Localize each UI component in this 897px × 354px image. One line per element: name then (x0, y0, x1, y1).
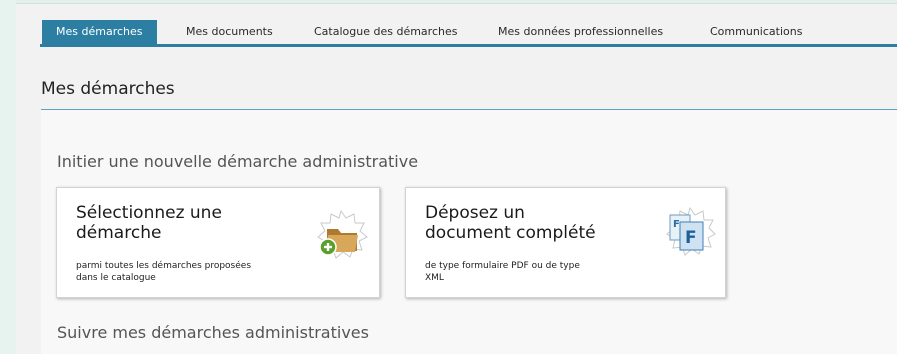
tab-mes-demarches[interactable]: Mes démarches (42, 20, 157, 44)
svg-text:F: F (673, 219, 680, 230)
upload-completed-document-card[interactable]: Déposez un document complété de type for… (405, 187, 726, 298)
folder-add-icon (313, 209, 369, 261)
tab-catalogue-demarches[interactable]: Catalogue des démarches (314, 20, 457, 44)
card-description: de type formulaire PDF ou de type XML (425, 261, 580, 283)
follow-section-heading: Suivre mes démarches administratives (57, 323, 369, 342)
select-procedure-card[interactable]: Sélectionnez une démarche parmi toutes l… (56, 187, 380, 298)
svg-text:F: F (685, 228, 697, 248)
tab-communications[interactable]: Communications (710, 20, 802, 44)
card-description: parmi toutes les démarches proposées dan… (76, 261, 252, 283)
page-title: Mes démarches (41, 79, 175, 99)
form-document-icon: F F (660, 206, 716, 258)
tab-mes-documents[interactable]: Mes documents (186, 20, 273, 44)
page: Mes démarches Mes documents Catalogue de… (16, 0, 897, 354)
tab-mes-donnees-professionnelles[interactable]: Mes données professionnelles (498, 20, 663, 44)
main-content: Initier une nouvelle démarche administra… (41, 110, 897, 354)
initiate-section-heading: Initier une nouvelle démarche administra… (57, 152, 419, 171)
main-navigation: Mes démarches Mes documents Catalogue de… (16, 3, 897, 47)
card-title: Sélectionnez une démarche (76, 203, 222, 243)
card-title: Déposez un document complété (425, 203, 596, 243)
tab-underline (40, 44, 897, 47)
